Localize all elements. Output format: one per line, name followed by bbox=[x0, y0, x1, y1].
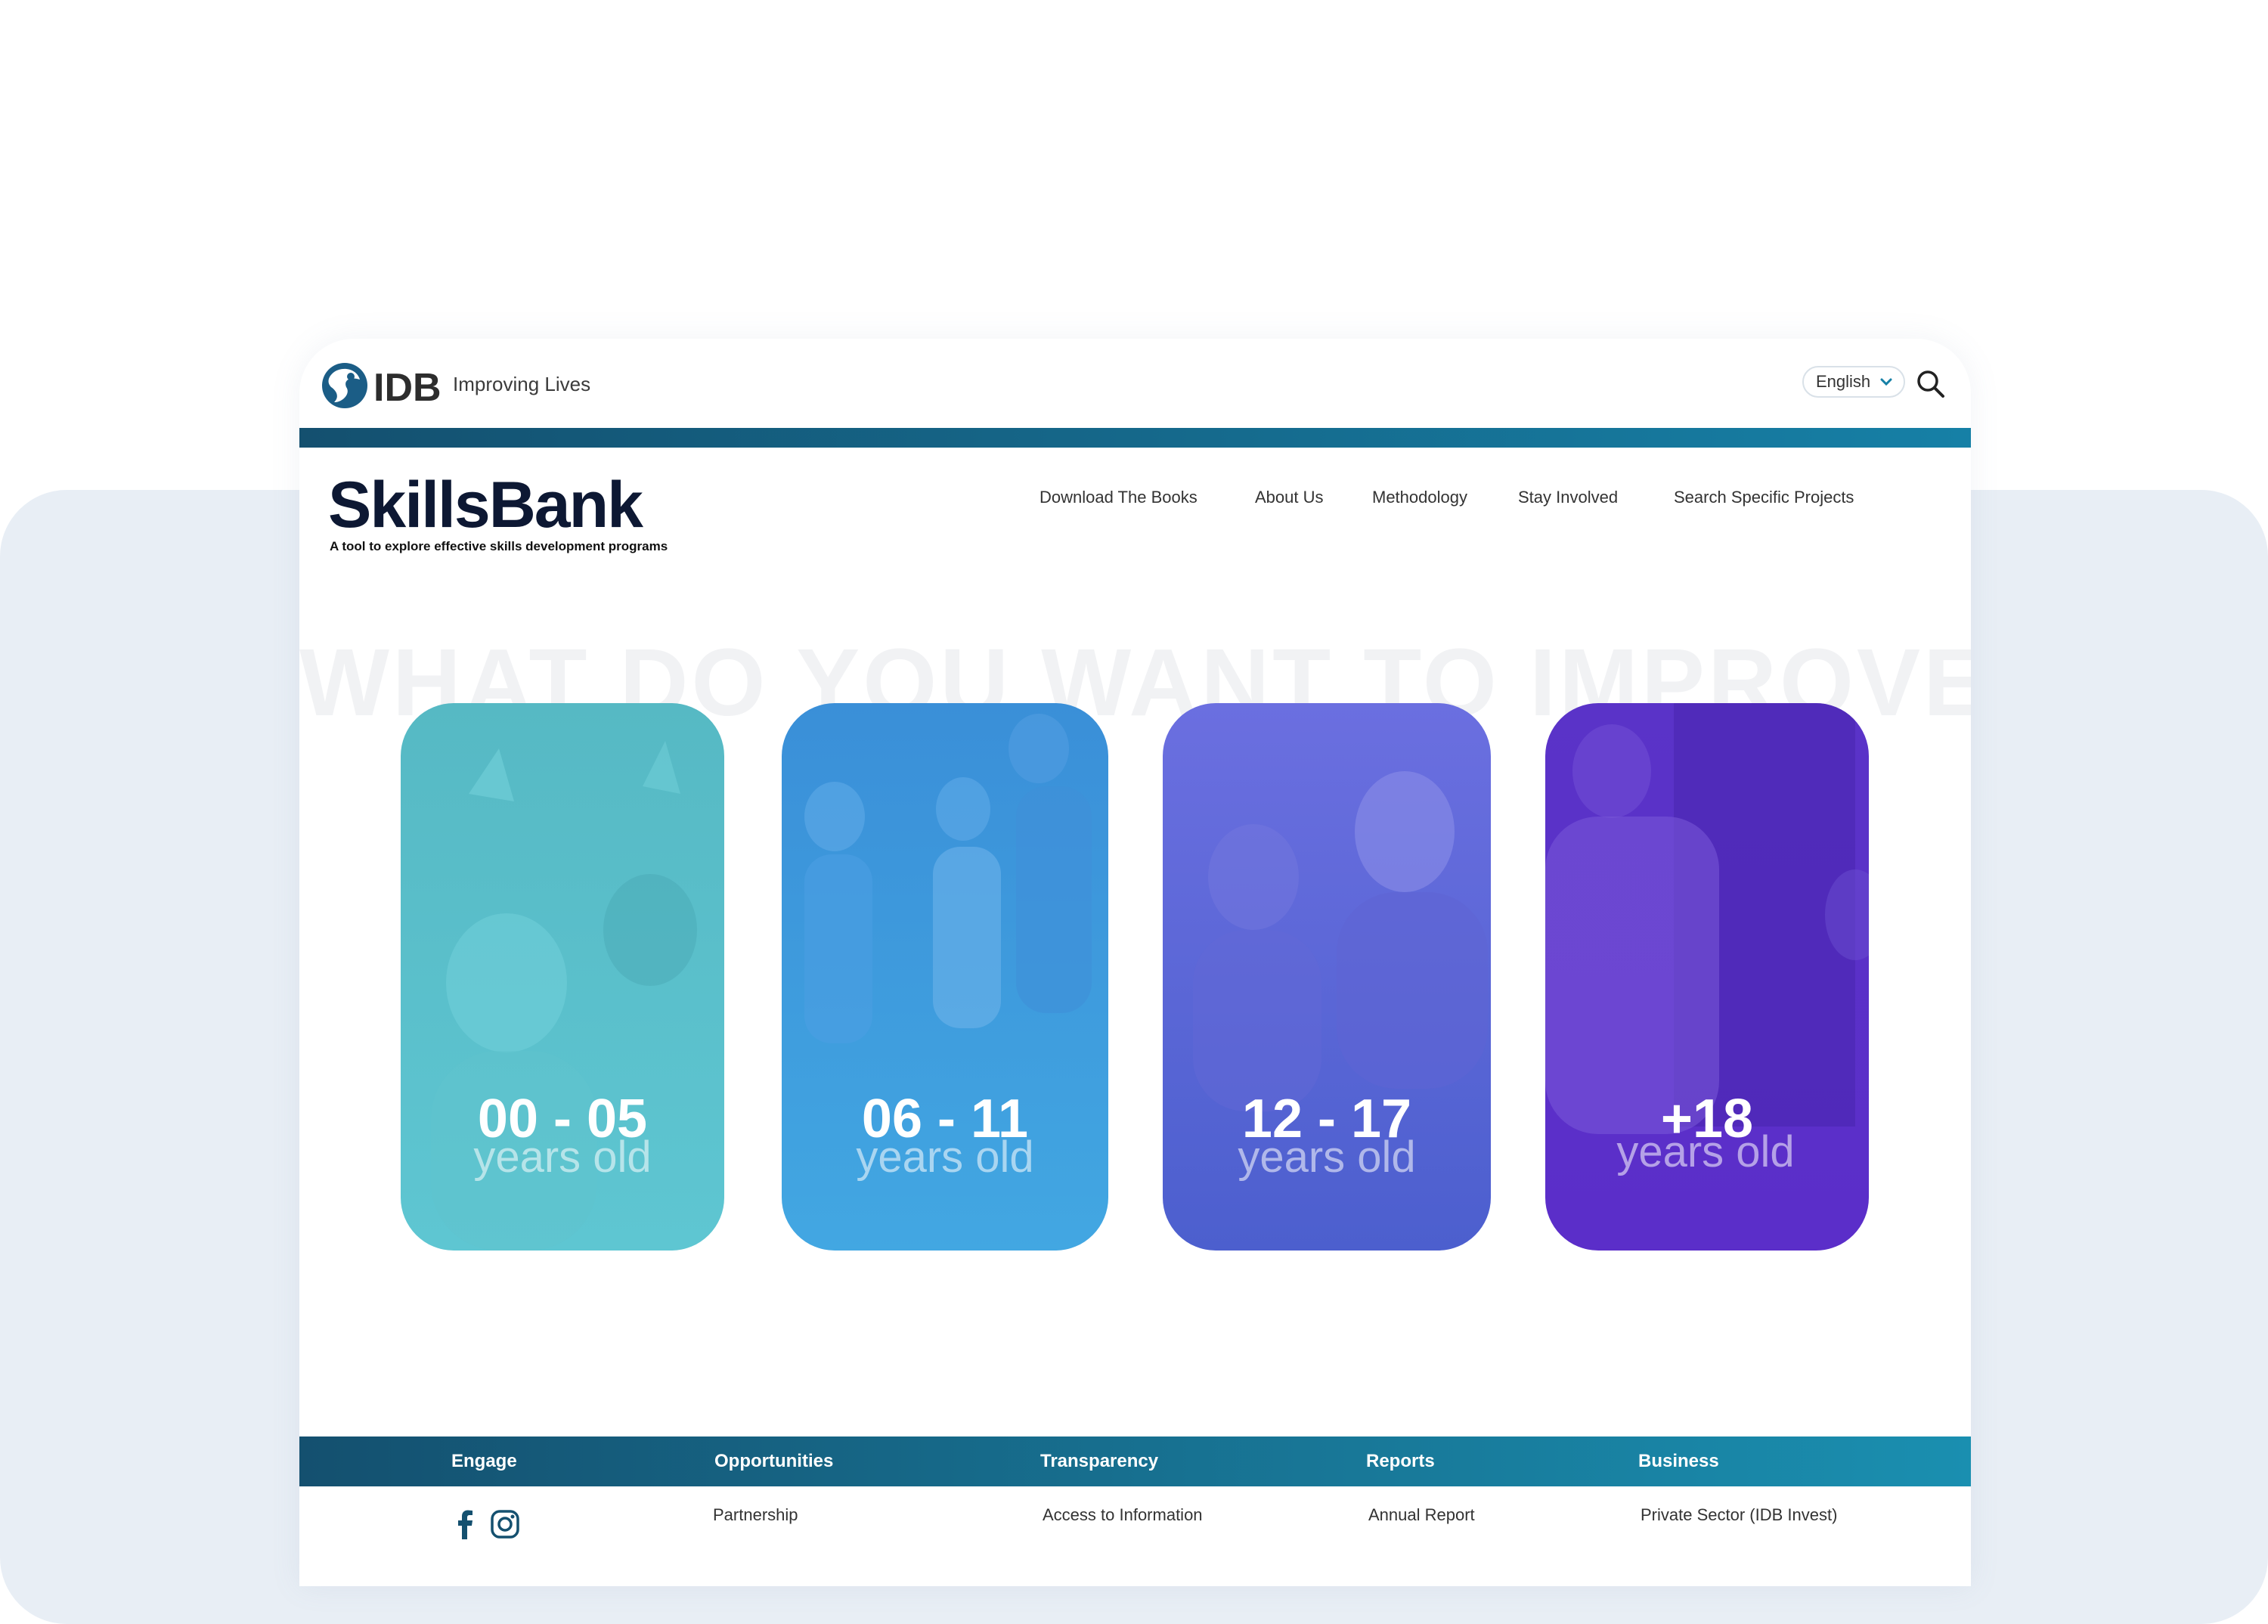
nav-search-projects[interactable]: Search Specific Projects bbox=[1674, 482, 1854, 513]
facebook-icon[interactable] bbox=[451, 1509, 481, 1539]
footer-heading-engage: Engage bbox=[451, 1451, 517, 1471]
age-card-00-05[interactable]: 00 - 05 years old bbox=[401, 703, 724, 1251]
language-value: English bbox=[1816, 372, 1871, 391]
card-age-label: years old bbox=[473, 1133, 652, 1182]
nav-about-us[interactable]: About Us bbox=[1255, 482, 1324, 513]
idb-logo-text: IDB bbox=[373, 366, 442, 410]
site-subtitle: A tool to explore effective skills devel… bbox=[330, 539, 668, 553]
card-age-label: years old bbox=[1616, 1127, 1795, 1176]
nav-stay-involved[interactable]: Stay Involved bbox=[1518, 482, 1618, 513]
nav-methodology[interactable]: Methodology bbox=[1372, 482, 1467, 513]
age-card-12-17[interactable]: 12 - 17 years old bbox=[1163, 703, 1491, 1251]
top-bar: IDB Improving Lives English bbox=[299, 339, 1971, 428]
chevron-down-icon bbox=[1880, 378, 1892, 386]
card-age-label: years old bbox=[856, 1133, 1034, 1182]
accent-bar bbox=[299, 428, 1971, 448]
footer-heading-bar: Engage Opportunities Transparency Report… bbox=[299, 1436, 1971, 1486]
main-nav: Download The Books About Us Methodology … bbox=[299, 482, 1971, 513]
footer-link-partnership[interactable]: Partnership bbox=[713, 1503, 798, 1527]
footer-heading-business: Business bbox=[1638, 1451, 1719, 1471]
footer-heading-reports: Reports bbox=[1366, 1451, 1435, 1471]
search-icon[interactable] bbox=[1916, 369, 1946, 399]
footer-link-private-sector[interactable]: Private Sector (IDB Invest) bbox=[1641, 1503, 1837, 1527]
footer-heading-transparency: Transparency bbox=[1040, 1451, 1159, 1471]
age-card-06-11[interactable]: 06 - 11 years old bbox=[782, 703, 1108, 1251]
language-select[interactable]: English bbox=[1802, 366, 1905, 398]
footer-heading-opportunities: Opportunities bbox=[714, 1451, 834, 1471]
instagram-icon[interactable] bbox=[490, 1509, 520, 1539]
idb-logo[interactable]: IDB bbox=[321, 360, 442, 410]
tagline: Improving Lives bbox=[453, 373, 591, 395]
age-card-18-plus[interactable]: +18 years old bbox=[1545, 703, 1869, 1251]
browser-window: IDB Improving Lives English SkillsBank A… bbox=[299, 339, 1971, 1586]
card-age-label: years old bbox=[1238, 1133, 1416, 1182]
footer-link-annual-report[interactable]: Annual Report bbox=[1368, 1503, 1475, 1527]
nav-download-books[interactable]: Download The Books bbox=[1040, 482, 1198, 513]
footer-link-access-to-information[interactable]: Access to Information bbox=[1043, 1503, 1203, 1527]
